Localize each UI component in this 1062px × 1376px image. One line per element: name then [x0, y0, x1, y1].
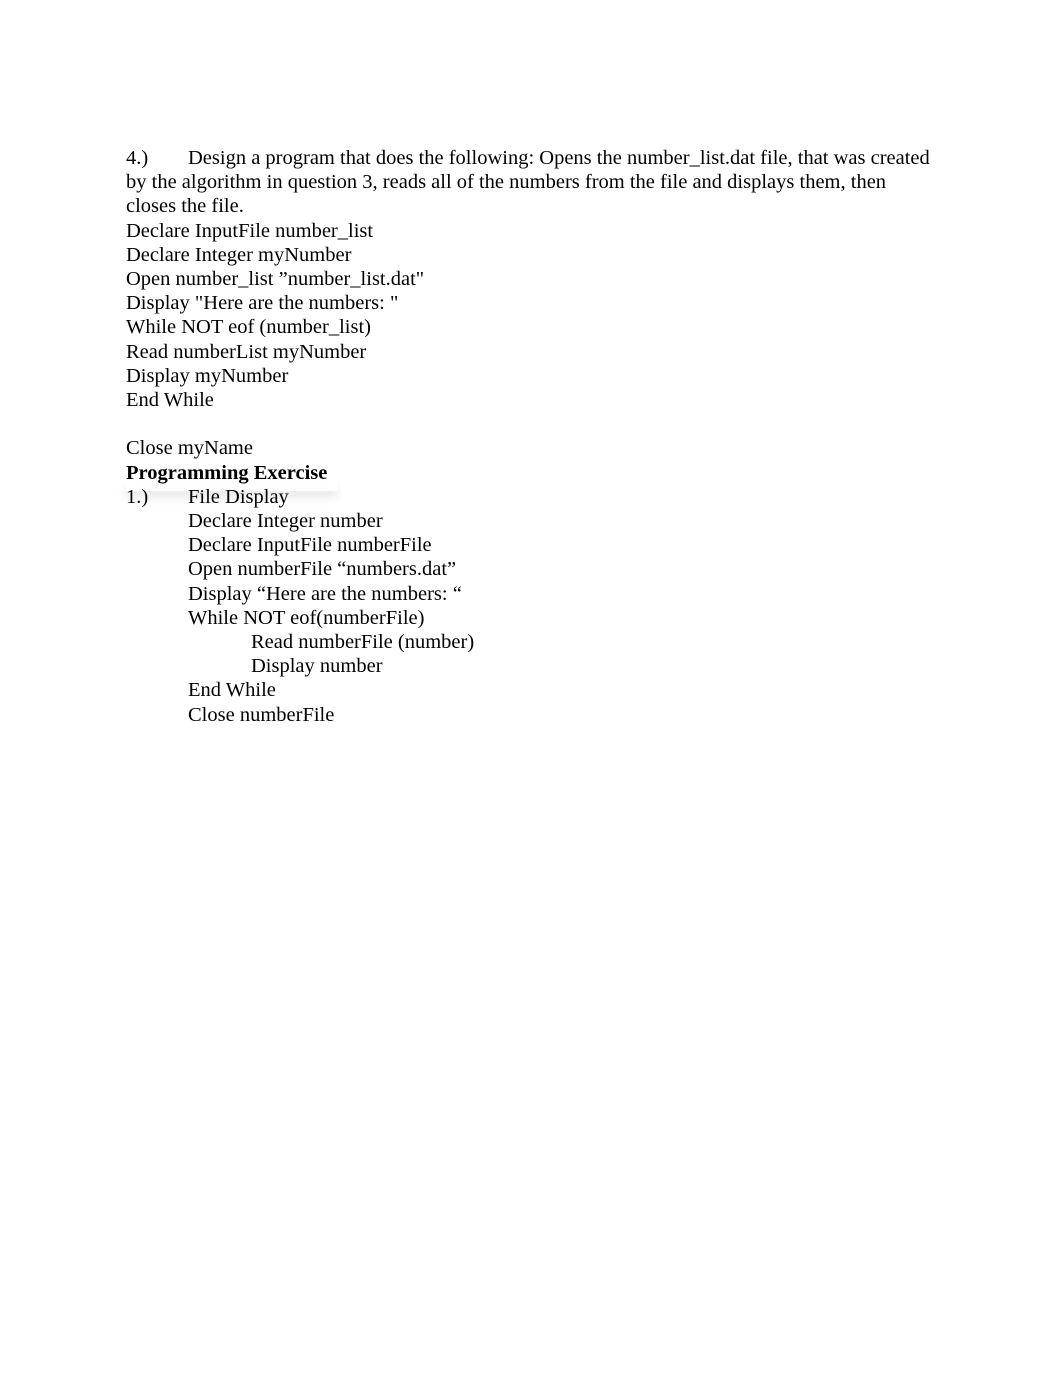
exercise-title: File Display [188, 485, 289, 508]
exercise-code: Declare Integer number Declare InputFile… [126, 509, 936, 727]
question-4-code: Declare InputFile number_list Declare In… [126, 219, 936, 461]
code-line: End While [126, 389, 214, 412]
code-line: Declare Integer myNumber [126, 243, 352, 266]
code-line: Display "Here are the numbers: " [126, 292, 399, 315]
code-line: Display “Here are the numbers: “ [188, 582, 462, 605]
document-page: 4.) Design a program that does the follow… [126, 146, 936, 727]
code-line: While NOT eof (number_list) [126, 316, 371, 339]
code-line: Declare Integer number [188, 510, 383, 533]
code-line: Open number_list ”number_list.dat" [126, 268, 425, 291]
code-line: Display myNumber [126, 364, 289, 387]
question-4-prompt: 4.) Design a program that does the follow… [126, 146, 936, 219]
exercise-number: 1.) [126, 485, 149, 508]
code-line: While NOT eof(numberFile) [188, 606, 425, 629]
code-line: Declare InputFile number_list [126, 219, 374, 242]
code-line: End While [188, 679, 276, 702]
question-number: 4.) [126, 147, 149, 169]
code-line: Close numberFile [188, 703, 335, 726]
code-line: Declare InputFile numberFile [188, 534, 432, 557]
code-line: Open numberFile “numbers.dat” [188, 558, 457, 581]
question-text: Design a program that does the following… [126, 147, 930, 218]
code-line: Close myName [126, 437, 253, 460]
section-heading: Programming Exercise [126, 461, 328, 484]
exercise-title-line: 1.) File Display [126, 485, 936, 509]
code-line: Display number [251, 655, 383, 678]
code-line: Read numberFile (number) [251, 631, 475, 654]
code-line: Read numberList myNumber [126, 340, 367, 363]
